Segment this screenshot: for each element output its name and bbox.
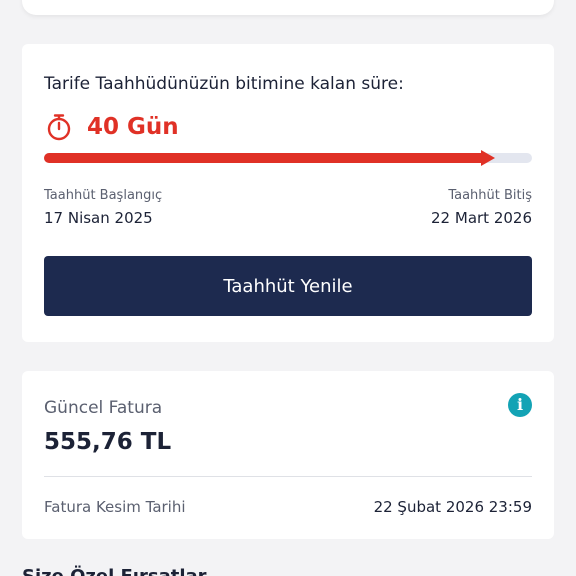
remaining-time-label: Tarife Taahhüdünüzün bitimine kalan süre…: [44, 74, 404, 94]
remaining-days-row: 40 Gün: [44, 112, 179, 142]
progress-arrow-icon: [481, 150, 495, 166]
start-date-value: 17 Nisan 2025: [44, 209, 153, 227]
start-date-label: Taahhüt Başlangıç: [44, 188, 163, 203]
commitment-card: Tarife Taahhüdünüzün bitimine kalan süre…: [22, 44, 554, 342]
stopwatch-icon: [47, 114, 71, 141]
remaining-days-value: 40 Gün: [87, 114, 179, 140]
commitment-progress-bar: [44, 150, 532, 166]
previous-card: [22, 0, 554, 15]
invoice-title: Güncel Fatura: [44, 398, 163, 418]
invoice-cutoff-label: Fatura Kesim Tarihi: [44, 498, 186, 516]
invoice-amount: 555,76 TL: [44, 429, 172, 455]
end-date-label: Taahhüt Bitiş: [448, 188, 532, 203]
app-screen: Tarife Taahhüdünüzün bitimine kalan süre…: [0, 0, 576, 576]
current-invoice-card[interactable]: Güncel Fatura 555,76 TL i Fatura Kesim T…: [22, 371, 554, 539]
info-icon[interactable]: i: [508, 393, 532, 417]
progress-fill: [44, 153, 483, 163]
end-date-value: 22 Mart 2026: [431, 209, 532, 227]
divider: [44, 476, 532, 477]
section-title: Size Özel Fırsatlar: [22, 566, 207, 576]
invoice-cutoff-value: 22 Şubat 2026 23:59: [373, 498, 532, 516]
renew-commitment-button[interactable]: Taahhüt Yenile: [44, 256, 532, 316]
